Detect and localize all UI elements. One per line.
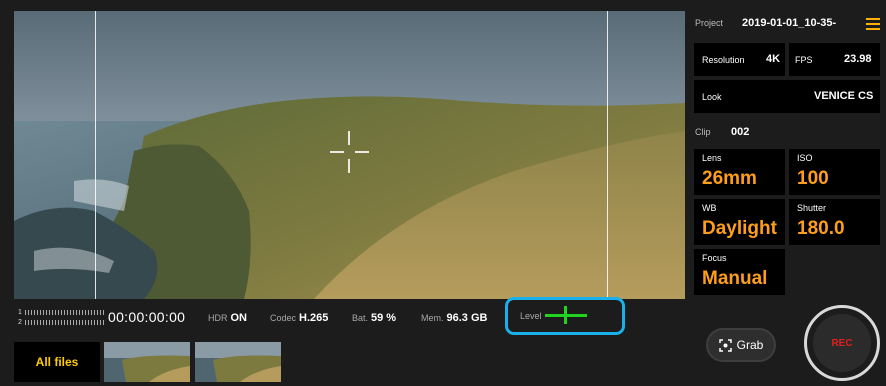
crosshair-top xyxy=(348,131,350,145)
battery-value: 59 % xyxy=(371,312,397,324)
hdr-label: HDR xyxy=(208,313,228,323)
record-button[interactable]: REC xyxy=(804,305,880,381)
wb-value: Daylight xyxy=(702,218,777,239)
lens-cell[interactable]: Lens 26mm xyxy=(694,149,785,195)
shutter-cell[interactable]: Shutter 180.0 xyxy=(789,199,880,245)
menu-icon[interactable] xyxy=(866,18,880,30)
level-tick xyxy=(564,306,567,324)
memory-value: 96.3 GB xyxy=(446,312,488,324)
hdr-value: ON xyxy=(230,312,248,324)
fps-value: 23.98 xyxy=(844,53,872,65)
resolution-cell[interactable]: Resolution 4K xyxy=(694,43,785,76)
clip-label: Clip xyxy=(695,127,711,137)
audio-channel-1-label: 1 xyxy=(18,308,22,316)
shutter-value: 180.0 xyxy=(797,218,845,239)
lens-label: Lens xyxy=(702,153,722,163)
audio-channel-1-bars xyxy=(25,309,104,315)
timecode: 00:00:00:00 xyxy=(108,309,186,325)
record-label: REC xyxy=(831,337,853,349)
fps-label: FPS xyxy=(795,55,813,65)
iso-label: ISO xyxy=(797,153,813,163)
crosshair-right xyxy=(355,151,369,153)
codec-value: H.265 xyxy=(299,312,329,324)
wb-label: WB xyxy=(702,203,717,213)
battery-label: Bat. xyxy=(352,313,369,323)
codec-status: Codec H.265 xyxy=(270,312,328,324)
all-files-button[interactable]: All files xyxy=(14,342,100,382)
battery-status: Bat. 59 % xyxy=(352,312,396,324)
resolution-value: 4K xyxy=(766,53,781,65)
project-label: Project xyxy=(695,18,724,28)
clip-thumbnail[interactable] xyxy=(195,342,281,382)
clip-thumbnail[interactable] xyxy=(104,342,190,382)
level-label: Level xyxy=(520,311,542,321)
crosshair-bottom xyxy=(348,159,350,173)
resolution-label: Resolution xyxy=(702,55,745,65)
look-value: VENICE CS xyxy=(814,90,874,102)
frame-guide-left xyxy=(95,11,96,299)
grab-icon xyxy=(718,338,732,352)
codec-label: Codec xyxy=(270,313,297,323)
memory-status: Mem. 96.3 GB xyxy=(421,312,487,324)
focus-value: Manual xyxy=(702,268,768,289)
audio-level-meter: 1 2 xyxy=(18,307,104,331)
all-files-label: All files xyxy=(35,355,79,369)
camera-viewfinder[interactable] xyxy=(14,11,685,299)
grab-label: Grab xyxy=(736,338,764,352)
grab-button[interactable]: Grab xyxy=(706,328,776,362)
audio-channel-2-label: 2 xyxy=(18,318,22,326)
hdr-status: HDR ON xyxy=(208,312,247,324)
audio-channel-2-bars xyxy=(25,319,104,325)
lens-value: 26mm xyxy=(702,168,757,189)
focus-label: Focus xyxy=(702,253,727,263)
shutter-label: Shutter xyxy=(797,203,827,213)
clip-value: 002 xyxy=(731,126,750,138)
project-value: 2019-01-01_10-35- xyxy=(742,17,837,29)
record-button-inner: REC xyxy=(813,314,871,372)
status-bar: 1 2 00:00:00:00 HDR ON Codec H.265 Bat. 59 … xyxy=(14,297,685,337)
look-cell[interactable]: Look VENICE CS xyxy=(694,80,880,113)
fps-cell[interactable]: FPS 23.98 xyxy=(789,43,880,76)
clip-thumbnail-image xyxy=(104,342,190,382)
crosshair-left xyxy=(330,151,344,153)
look-label: Look xyxy=(702,92,722,102)
level-indicator[interactable]: Level xyxy=(505,297,625,335)
clip-thumbnail-image xyxy=(195,342,281,382)
memory-label: Mem. xyxy=(421,313,444,323)
frame-guide-right xyxy=(607,11,608,299)
wb-cell[interactable]: WB Daylight xyxy=(694,199,785,245)
landscape-preview-image xyxy=(14,11,685,299)
iso-cell[interactable]: ISO 100 xyxy=(789,149,880,195)
iso-value: 100 xyxy=(797,168,829,189)
focus-cell[interactable]: Focus Manual xyxy=(694,249,785,295)
